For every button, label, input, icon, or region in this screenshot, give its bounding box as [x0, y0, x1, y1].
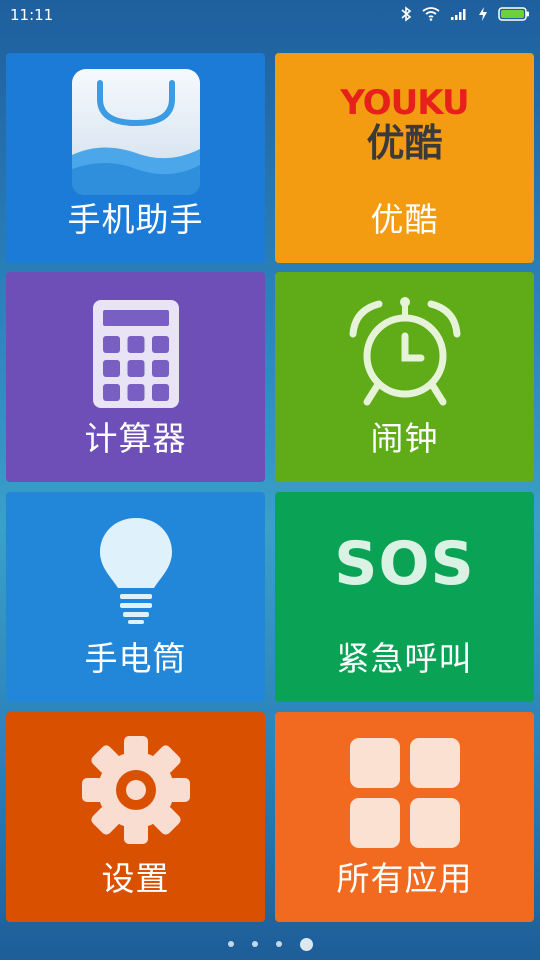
- youku-logo: YOUKU 优酷: [335, 85, 475, 165]
- tile-label-app-store: 手机助手: [67, 200, 204, 239]
- page-dot-4-active[interactable]: [299, 937, 313, 951]
- lightbulb-icon: [98, 516, 174, 630]
- sos-icon-text: SOS: [334, 529, 475, 599]
- bluetooth-icon: [400, 6, 412, 22]
- tile-alarm-clock[interactable]: 闹钟: [275, 272, 534, 482]
- youku-logo-text-en: YOUKU: [340, 83, 469, 123]
- tile-label-all-apps: 所有应用: [336, 859, 473, 898]
- wifi-icon: [422, 7, 440, 21]
- tile-label-alarm-clock: 闹钟: [370, 419, 439, 458]
- tile-settings[interactable]: 设置: [6, 712, 265, 922]
- page-dot-1[interactable]: [227, 941, 234, 947]
- tile-all-apps[interactable]: 所有应用: [275, 712, 534, 922]
- page-dot-3[interactable]: [275, 941, 282, 947]
- tile-emergency-call[interactable]: SOS 紧急呼叫: [275, 492, 534, 702]
- all-apps-grid-icon: [349, 738, 460, 852]
- tile-label-youku: 优酷: [370, 200, 439, 239]
- tile-label-emergency-call: 紧急呼叫: [336, 639, 473, 678]
- tile-label-calculator: 计算器: [84, 419, 187, 458]
- tile-flashlight[interactable]: 手电筒: [6, 492, 265, 702]
- tile-label-settings: 设置: [101, 859, 170, 898]
- tile-youku[interactable]: YOUKU 优酷 优酷: [275, 53, 534, 263]
- app-store-bag-icon: [71, 69, 200, 199]
- youku-logo-text-cn: 优酷: [366, 121, 443, 165]
- calculator-icon: [92, 300, 179, 412]
- signal-icon: [450, 7, 468, 21]
- status-bar: 11:11: [0, 0, 540, 32]
- page-dot-2[interactable]: [251, 941, 258, 947]
- tile-app-store[interactable]: 手机助手: [6, 53, 265, 263]
- tile-label-flashlight: 手电筒: [84, 639, 187, 678]
- sos-icon: SOS: [334, 528, 474, 600]
- gear-icon: [80, 734, 192, 850]
- page-indicator: [0, 934, 540, 954]
- battery-icon: [498, 6, 530, 22]
- alarm-clock-icon: [347, 294, 463, 412]
- tile-calculator[interactable]: 计算器: [6, 272, 265, 482]
- charging-icon: [478, 6, 488, 22]
- status-time: 11:11: [10, 6, 54, 24]
- status-icons: [400, 6, 530, 22]
